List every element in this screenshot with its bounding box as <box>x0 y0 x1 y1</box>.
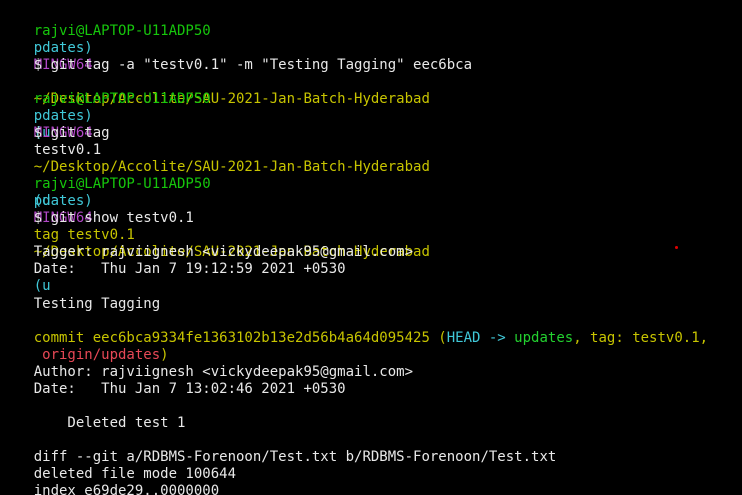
prompt-line: rajvi@LAPTOP-U11ADP50 MINGW64 ~/Desktop/… <box>0 6 430 141</box>
commit-date-line: Date: Thu Jan 7 13:02:46 2021 +0530 <box>33 381 346 397</box>
prompt-branch-line: pdates) <box>0 176 93 209</box>
stray-red-dot <box>675 246 678 249</box>
output-line: tag testv0.1 <box>0 210 135 243</box>
tag-date-line: Date: Thu Jan 7 19:12:59 2021 +0530 <box>33 261 346 277</box>
output-line: Tagger: rajviignesh <vickydeepak95@gmail… <box>0 227 413 260</box>
prompt-branch-line: pdates) <box>0 23 93 56</box>
command-text: $ git tag -a "testv0.1" -m "Testing Tagg… <box>33 57 473 73</box>
output-line: diff --git a/RDBMS-Forenoon/Test.txt b/R… <box>0 432 557 465</box>
output-line: commit eec6bca9334fe1363102b13e2d56b4a64… <box>0 313 708 346</box>
output-line: Date: Thu Jan 7 19:12:59 2021 +0530 <box>0 244 346 277</box>
output-line: Date: Thu Jan 7 13:02:46 2021 +0530 <box>0 364 346 397</box>
output-line: deleted file mode 100644 <box>0 449 236 482</box>
terminal-window[interactable]: rajvi@LAPTOP-U11ADP50 MINGW64 ~/Desktop/… <box>0 0 742 495</box>
tag-ref: tag: testv0.1 <box>590 330 700 346</box>
commit-paren-open: ( <box>429 330 447 346</box>
index-line: index e69de29..0000000 <box>33 483 220 495</box>
head-branch: updates <box>514 330 574 346</box>
command-line: $ git show testv0.1 <box>0 193 194 226</box>
prompt-branch-line: pdates) <box>0 91 93 124</box>
output-line: origin/updates) <box>0 330 168 363</box>
prompt-line: rajvi@LAPTOP-U11ADP50 MINGW64 ~/Desktop/… <box>0 74 430 209</box>
commit-sep1: , <box>573 330 591 346</box>
output-line: Deleted test 1 <box>0 398 185 431</box>
output-line: Author: rajviignesh <vickydeepak95@gmail… <box>0 347 413 380</box>
output-line: index e69de29..0000000 <box>0 466 219 495</box>
command-line: $ git tag <box>0 108 110 141</box>
commit-sep2: , <box>699 330 709 346</box>
tag-message: Testing Tagging <box>33 296 161 312</box>
commit-message: Deleted test 1 <box>33 415 186 431</box>
prompt-line: rajvi@LAPTOP-U11ADP50 MINGW64 ~/Desktop/… <box>0 159 430 294</box>
command-line: $ git tag -a "testv0.1" -m "Testing Tagg… <box>0 40 472 73</box>
output-line: Testing Tagging <box>0 279 160 312</box>
tag-list-output: testv0.1 <box>33 142 102 158</box>
head-label: HEAD -> <box>446 330 515 346</box>
output-line: testv0.1 <box>0 125 101 158</box>
